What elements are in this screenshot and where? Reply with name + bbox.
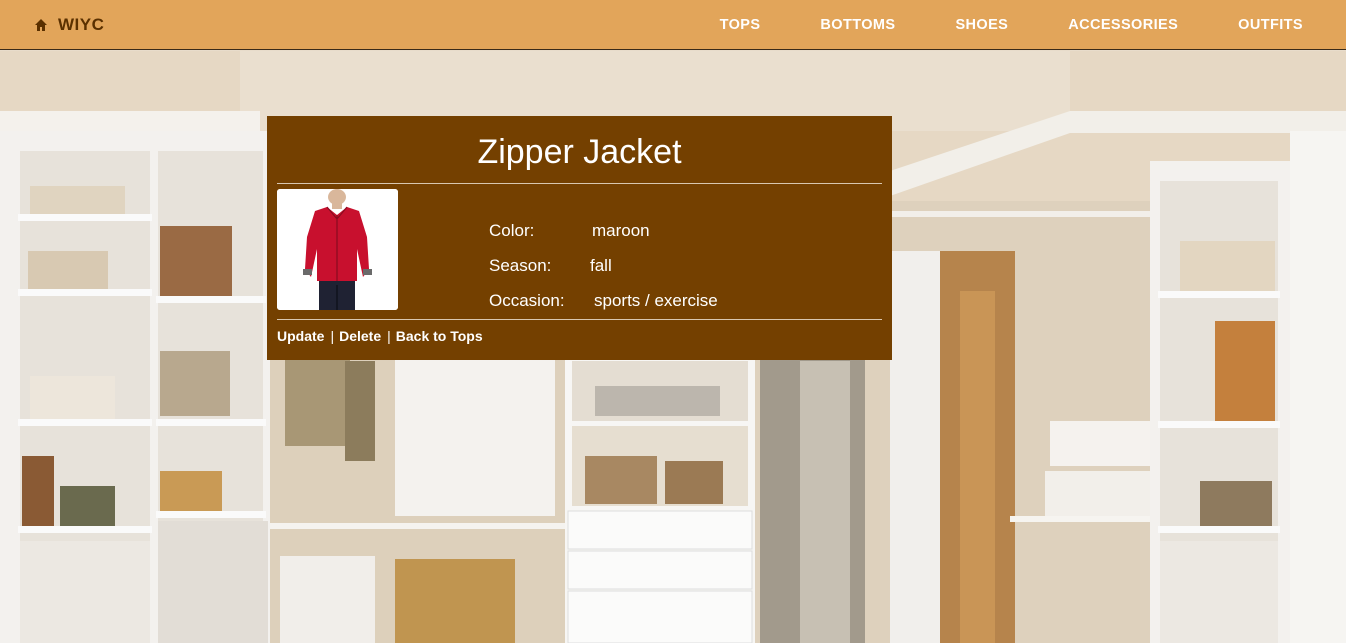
color-label: Color:	[489, 221, 535, 240]
season-label: Season:	[489, 256, 552, 275]
nav-link-accessories[interactable]: ACCESSORIES	[1038, 0, 1208, 50]
occasion-label: Occasion:	[489, 291, 565, 310]
back-to-tops-link[interactable]: Back to Tops	[396, 328, 483, 344]
brand-link[interactable]: WIYC	[34, 15, 104, 35]
separator: |	[330, 328, 335, 344]
update-link[interactable]: Update	[277, 328, 324, 344]
nav-links: TOPS BOTTOMS SHOES ACCESSORIES OUTFITS	[690, 0, 1346, 50]
nav-link-tops[interactable]: TOPS	[690, 0, 791, 50]
color-value: maroon	[592, 221, 650, 240]
brand-label: WIYC	[58, 15, 105, 34]
item-image	[277, 189, 398, 310]
season-value: fall	[590, 256, 612, 275]
home-icon	[34, 18, 48, 32]
separator: |	[387, 328, 391, 344]
nav-link-outfits[interactable]: OUTFITS	[1208, 0, 1346, 50]
item-actions: Update | Delete | Back to Tops	[277, 328, 483, 344]
item-title: Zipper Jacket	[477, 133, 682, 171]
navbar: WIYC TOPS BOTTOMS SHOES ACCESSORIES OUTF…	[0, 0, 1346, 50]
occasion-value: sports / exercise	[594, 291, 718, 310]
divider	[277, 319, 882, 320]
item-detail-card: Zipper Jacket Color: maroon Season: fall…	[267, 116, 892, 360]
nav-link-bottoms[interactable]: BOTTOMS	[790, 0, 925, 50]
jacket-image	[277, 189, 398, 310]
delete-link[interactable]: Delete	[339, 328, 381, 344]
divider	[277, 183, 882, 184]
nav-link-shoes[interactable]: SHOES	[925, 0, 1038, 50]
